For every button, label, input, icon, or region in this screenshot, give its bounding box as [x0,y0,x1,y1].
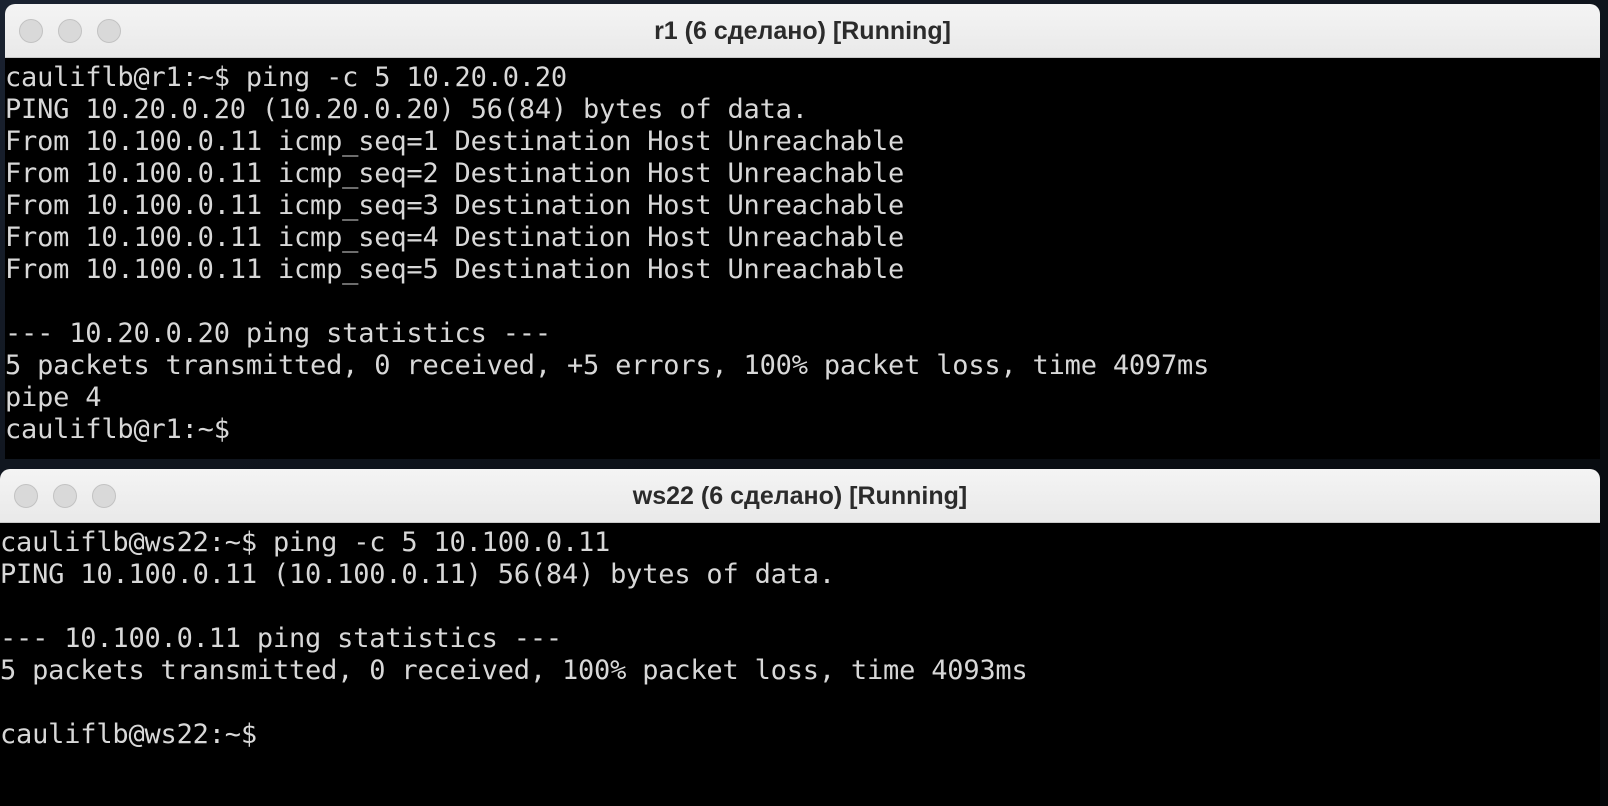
terminal-line: pipe 4 [5,382,102,413]
terminal-line: --- 10.20.0.20 ping statistics --- [5,318,551,349]
terminal-line: From 10.100.0.11 icmp_seq=4 Destination … [5,222,905,253]
terminal-output[interactable]: cauliflb@ws22:~$ ping -c 5 10.100.0.11 P… [0,523,1600,751]
terminal-line: cauliflb@ws22:~$ ping -c 5 10.100.0.11 [0,527,611,558]
terminal-prompt[interactable]: cauliflb@ws22:~$ [0,719,1600,751]
terminal-line: From 10.100.0.11 icmp_seq=3 Destination … [5,190,905,221]
terminal-line: PING 10.100.0.11 (10.100.0.11) 56(84) by… [0,559,835,590]
window-titlebar[interactable]: r1 (6 сделано) [Running] [5,4,1600,58]
desktop: r1 (6 сделано) [Running] cauliflb@r1:~$ … [0,0,1608,806]
terminal-prompt[interactable]: cauliflb@r1:~$ [5,414,1600,446]
vm-window-ws22[interactable]: ws22 (6 сделано) [Running] cauliflb@ws22… [0,469,1600,806]
terminal-line: 5 packets transmitted, 0 received, +5 er… [5,350,1210,381]
vm-window-r1[interactable]: r1 (6 сделано) [Running] cauliflb@r1:~$ … [5,4,1600,459]
terminal-line: From 10.100.0.11 icmp_seq=5 Destination … [5,254,905,285]
window-title: ws22 (6 сделано) [Running] [632,482,968,510]
terminal-output[interactable]: cauliflb@r1:~$ ping -c 5 10.20.0.20 PING… [5,58,1600,446]
terminal-line: PING 10.20.0.20 (10.20.0.20) 56(84) byte… [5,94,808,125]
window-title: r1 (6 сделано) [Running] [654,17,951,45]
terminal-line: From 10.100.0.11 icmp_seq=2 Destination … [5,158,905,189]
terminal-line: cauliflb@r1:~$ ping -c 5 10.20.0.20 [5,62,567,93]
terminal-line: From 10.100.0.11 icmp_seq=1 Destination … [5,126,905,157]
terminal-line: 5 packets transmitted, 0 received, 100% … [0,655,1028,686]
window-titlebar[interactable]: ws22 (6 сделано) [Running] [0,469,1600,523]
terminal-line: --- 10.100.0.11 ping statistics --- [0,623,562,654]
